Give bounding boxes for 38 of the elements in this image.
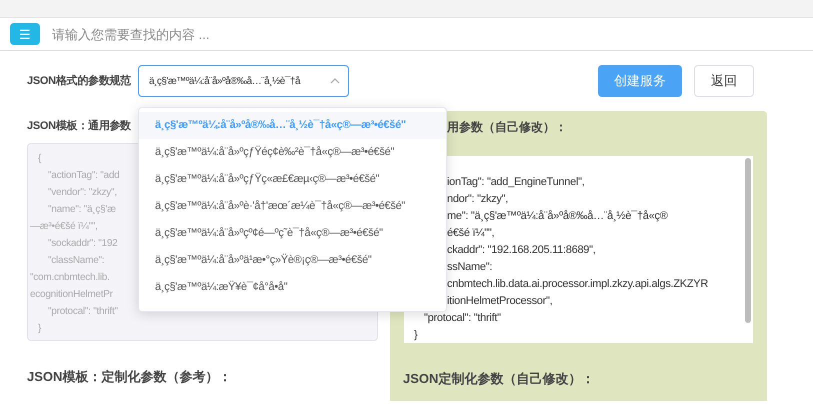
dropdown-option[interactable]: ä¸ç§'æ™ºä¼:å¨å»ºä¹æ•°ç»Ÿè®¡ç®—æ³•é€šé" bbox=[139, 247, 446, 274]
code-line: ionTag": "add_EngineTunnel", bbox=[446, 175, 585, 190]
code-line: "name": "ä¸ç§'æ bbox=[47, 203, 116, 217]
code-line: ecognitionHelmetPr bbox=[29, 288, 113, 302]
code-line: ckaddr": "192.168.205.11:8689", bbox=[446, 243, 596, 258]
section-heading: JSON模板：定制化参数（参考）： bbox=[27, 368, 232, 386]
json-textarea[interactable] bbox=[404, 156, 753, 343]
code-line: { bbox=[37, 152, 42, 166]
code-line: } bbox=[37, 322, 42, 336]
code-line: "className": bbox=[47, 254, 104, 268]
code-line: "sockaddr": "192 bbox=[47, 237, 118, 251]
code-line: "actionTag": "add bbox=[47, 169, 120, 183]
select-value: ä¸ç§'æ™ºä¼:å¨å»ºå®‰å…¨å¸½è¯†å bbox=[149, 74, 302, 88]
code-line: itionHelmetProcessor", bbox=[446, 294, 552, 309]
section-heading: JSON定制化参数（自己修改）： bbox=[402, 370, 596, 388]
field-label: JSON格式的参数规范 bbox=[27, 74, 132, 89]
dropdown-option[interactable]: ä¸ç§'æ™ºä¼:å¨å»ºçº¢é—ºç˜è¯†å«ç®—æ³•é€šé" bbox=[139, 220, 446, 247]
back-button[interactable]: 返回 bbox=[694, 65, 754, 97]
code-line: } bbox=[413, 328, 418, 343]
code-line: "com.cnbmtech.lib. bbox=[29, 271, 110, 285]
code-line: ssName": bbox=[446, 260, 492, 275]
dropdown-option[interactable]: ä¸ç§'æ™ºä¼:å¨å»ºè·'å†'æœ´æ¼è¯†å«ç®—æ³•é€šé" bbox=[139, 193, 446, 220]
code-line: "protocal": "thrift" bbox=[423, 311, 501, 326]
dropdown-option[interactable]: ä¸ç§'æ™ºä¼:æŸ¥è¯¢å°å•å" bbox=[139, 274, 446, 301]
caret-icon bbox=[330, 78, 340, 84]
code-line: "protocal": "thrift" bbox=[47, 305, 118, 319]
code-line: me": "ä¸ç§'æ™ºä¼:å¨å»ºå®‰å…¨å¸½è¯†å«ç® bbox=[446, 209, 668, 224]
search-field[interactable]: 请输入您需要查找的内容 ... bbox=[52, 21, 813, 47]
code-line: cnbmtech.lib.data.ai.processor.impl.zkzy.api.algs.ZKZYR bbox=[446, 277, 708, 292]
scrollbar-thumb[interactable] bbox=[745, 158, 751, 323]
code-line: —æ³•é€šé ï¼"", bbox=[29, 220, 98, 234]
dropdown-option[interactable]: ä¸ç§'æ™ºä¼:å¨å»ºçƒŸéç¢è‰²è¯†å«ç®—æ³•é€šé" bbox=[139, 139, 446, 166]
dropdown-option[interactable]: ä¸ç§'æ™ºä¼:å¨å»ºçƒŸç«æ£€æµ‹ç®—æ³•é€šé" bbox=[139, 166, 446, 193]
code-line: é€šé ï¼"", bbox=[446, 226, 494, 241]
section-heading: JSON模板：通用参数 bbox=[27, 118, 131, 134]
code-line: ndor": "zkzy", bbox=[446, 192, 508, 207]
select-field[interactable]: ä¸ç§'æ™ºä¼:å¨å»ºå®‰å…¨å¸½è¯†å bbox=[138, 65, 349, 97]
code-line: "vendor": "zkzy", bbox=[47, 186, 117, 200]
